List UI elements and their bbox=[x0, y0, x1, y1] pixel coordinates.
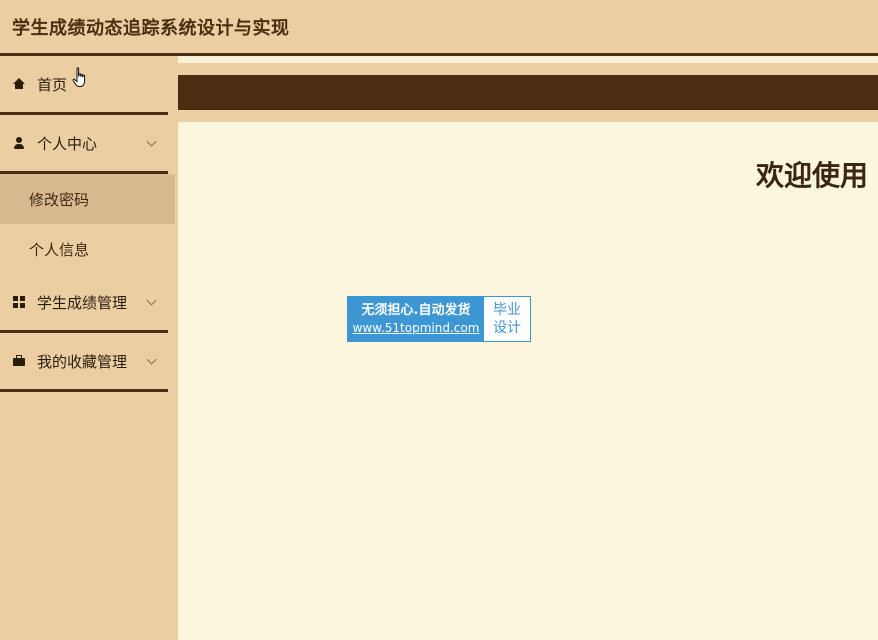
sidebar: 首页 个人中心 修改密码 个人信息 学生成绩管理 我的收藏管理 bbox=[0, 56, 178, 640]
sidebar-item-favorites-management[interactable]: 我的收藏管理 bbox=[0, 333, 178, 389]
top-header: 学生成绩动态追踪系统设计与实现 bbox=[0, 0, 878, 53]
hand-cursor-icon bbox=[72, 67, 86, 87]
sidebar-item-home[interactable]: 首页 bbox=[0, 56, 178, 112]
watermark-right-line1: 毕业 bbox=[493, 302, 521, 318]
sidebar-item-personal-center[interactable]: 个人中心 bbox=[0, 115, 178, 171]
watermark-right-line2: 设计 bbox=[493, 320, 521, 336]
watermark-badge: 无须担心.自动发货 www.51topmind.com 毕业 设计 bbox=[347, 296, 531, 342]
briefcase-icon bbox=[13, 355, 25, 367]
grid-icon bbox=[13, 296, 25, 308]
welcome-heading: 欢迎使用 bbox=[755, 159, 868, 192]
sidebar-item-label: 我的收藏管理 bbox=[37, 352, 128, 371]
watermark-left: 无须担心.自动发货 www.51topmind.com bbox=[348, 297, 484, 341]
watermark-slogan: 无须担心.自动发货 bbox=[361, 303, 471, 318]
app-title: 学生成绩动态追踪系统设计与实现 bbox=[12, 17, 290, 39]
main-band-bottom bbox=[178, 110, 878, 122]
watermark-right: 毕业 设计 bbox=[484, 297, 530, 341]
main-content: 欢迎使用 bbox=[178, 122, 878, 640]
user-icon bbox=[13, 137, 25, 149]
main-title-bar bbox=[178, 75, 878, 110]
sidebar-subitem-label: 个人信息 bbox=[29, 240, 90, 259]
sidebar-item-label: 学生成绩管理 bbox=[37, 293, 128, 312]
sidebar-divider bbox=[0, 389, 168, 392]
sidebar-subitem-change-password[interactable]: 修改密码 bbox=[0, 174, 175, 224]
chevron-down-icon bbox=[146, 295, 157, 306]
home-icon bbox=[13, 78, 25, 90]
sidebar-item-label: 个人中心 bbox=[37, 134, 98, 153]
watermark-url: www.51topmind.com bbox=[352, 321, 480, 335]
main-top-strip bbox=[178, 56, 878, 63]
sidebar-item-label: 首页 bbox=[37, 75, 68, 94]
sidebar-item-score-management[interactable]: 学生成绩管理 bbox=[0, 274, 178, 330]
sidebar-subitem-personal-info[interactable]: 个人信息 bbox=[0, 224, 175, 274]
chevron-down-icon bbox=[146, 136, 157, 147]
sidebar-subitem-label: 修改密码 bbox=[29, 190, 90, 209]
main-band-top bbox=[178, 63, 878, 75]
chevron-down-icon bbox=[146, 354, 157, 365]
